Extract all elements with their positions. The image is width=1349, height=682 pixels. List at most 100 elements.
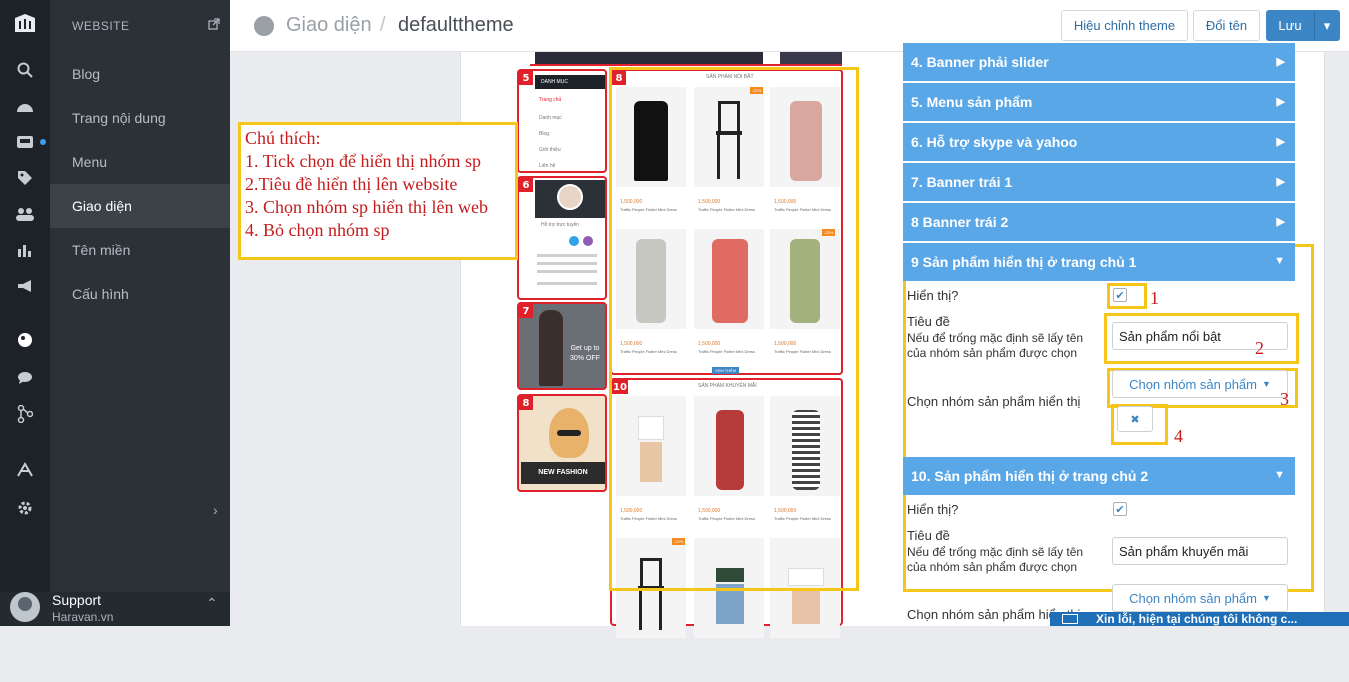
- save-dropdown-button[interactable]: ▾: [1314, 10, 1340, 41]
- show-label-2: Hiển thị?: [907, 502, 959, 517]
- section-title: 6. Hỗ trợ skype và yahoo: [911, 134, 1078, 150]
- theme-icon[interactable]: [0, 328, 50, 352]
- legend-line: 2.Tiêu đề hiển thị lên website: [245, 174, 458, 194]
- section-banner-right-slider[interactable]: 4. Banner phải slider ▶: [903, 43, 1295, 81]
- apps-icon[interactable]: [0, 458, 50, 482]
- viber-icon: [583, 236, 593, 246]
- support-account[interactable]: Support Haravan.vn ⌃: [0, 592, 230, 626]
- preview-sale-banner: 7 Get up to 30% OFF: [517, 302, 607, 390]
- sidebar-item-themes[interactable]: Giao diện: [50, 184, 230, 228]
- section-banner-left-1[interactable]: 7. Banner trái 1 ▶: [903, 163, 1295, 201]
- sidebar-nav: WEBSITE Blog Trang nội dung Menu Giao di…: [50, 0, 230, 626]
- preview-menu-header: DANH MỤC: [535, 75, 605, 89]
- section-home-products-2[interactable]: 10. Sản phẩm hiển thị ở trang chủ 2 ▼: [903, 457, 1295, 495]
- title-hint-2: của nhóm sản phẩm được chọn: [907, 346, 1077, 360]
- legend-line: 4. Bỏ chọn nhóm sp: [245, 220, 390, 240]
- group-select-button-1[interactable]: Chọn nhóm sản phẩm ▼: [1112, 370, 1288, 398]
- group-label: Chọn nhóm sản phẩm hiển thị: [907, 394, 1081, 409]
- dashboard-icon[interactable]: [0, 94, 50, 118]
- sidebar-item-menu[interactable]: Menu: [50, 140, 230, 184]
- title-hint-4: của nhóm sản phẩm được chọn: [907, 560, 1077, 574]
- callout-1: 1: [1150, 288, 1159, 308]
- section-product-menu[interactable]: 5. Menu sản phẩm ▶: [903, 83, 1295, 121]
- support-sub: Haravan.vn: [52, 610, 114, 624]
- external-link-icon[interactable]: [208, 18, 220, 33]
- show-checkbox-2[interactable]: ✔: [1113, 502, 1127, 516]
- preview-menu-item: Blog: [539, 131, 550, 137]
- sidebar-item-domains[interactable]: Tên miền: [50, 228, 230, 272]
- legend-title: Chú thích:: [245, 128, 321, 148]
- preview-tag: 5: [519, 71, 533, 85]
- chevron-right-icon[interactable]: ›: [213, 502, 218, 518]
- breadcrumb-separator: /: [380, 14, 386, 36]
- preview-sale-text: Get up to 30% OFF: [570, 345, 600, 362]
- section-title: 7. Banner trái 1: [911, 174, 1013, 190]
- preview-fashion-banner: 8 NEW FASHION: [517, 394, 607, 492]
- chevron-up-icon[interactable]: ⌃: [206, 595, 218, 612]
- legend-line: 3. Chọn nhóm sp hiển thị lên web: [245, 197, 488, 217]
- caret-down-icon: ▼: [1262, 379, 1271, 389]
- group-select-label: Chọn nhóm sản phẩm: [1129, 376, 1257, 392]
- title-label-2: Tiêu đề: [907, 528, 950, 543]
- section-title: 9 Sản phẩm hiển thị ở trang chủ 1: [911, 254, 1137, 270]
- preview-fashion-glasses: [557, 430, 581, 436]
- edit-theme-button[interactable]: Hiệu chỉnh theme: [1061, 10, 1188, 41]
- callout-4: 4: [1174, 426, 1183, 446]
- logo-icon[interactable]: [12, 12, 38, 36]
- chevron-down-icon: ▼: [1274, 255, 1285, 267]
- users-icon[interactable]: [0, 202, 50, 226]
- sidebar-item-settings[interactable]: Cấu hình: [50, 272, 230, 316]
- show-checkbox-1[interactable]: ✔: [1113, 288, 1127, 302]
- chat-widget[interactable]: Xin lỗi, hiện tại chúng tôi không c...: [1050, 612, 1349, 626]
- share-icon[interactable]: [0, 402, 50, 426]
- preview-menu-item: Danh mục: [539, 115, 562, 121]
- gear-icon[interactable]: [0, 496, 50, 520]
- chevron-down-icon: ▼: [1274, 469, 1285, 481]
- breadcrumb-themes[interactable]: Giao diện: [286, 14, 372, 37]
- section-title: 8 Banner trái 2: [911, 214, 1009, 230]
- preview-menu-item: Liên hệ: [539, 163, 556, 169]
- title-hint-3: Nếu để trống mặc định sẽ lấy tên: [907, 545, 1084, 559]
- section-title: 5. Menu sản phẩm: [911, 94, 1033, 110]
- section-banner-left-2[interactable]: 8 Banner trái 2 ▶: [903, 203, 1295, 241]
- sidebar-section-title: WEBSITE: [72, 19, 130, 33]
- preview-top-strip: [535, 52, 763, 64]
- title-hint: Nếu để trống mặc định sẽ lấy tên: [907, 331, 1084, 345]
- section-title: 10. Sản phẩm hiển thị ở trang chủ 2: [911, 468, 1149, 484]
- chevron-right-icon: ▶: [1276, 96, 1285, 108]
- chat-icon[interactable]: [0, 366, 50, 390]
- skype-icon: [569, 236, 579, 246]
- chevron-right-icon: ▶: [1276, 136, 1285, 148]
- sidebar-item-pages[interactable]: Trang nội dung: [50, 96, 230, 140]
- preview-menu-item: Giới thiệu: [539, 147, 561, 153]
- sidebar-item-blog[interactable]: Blog: [50, 52, 230, 96]
- group-select-label: Chọn nhóm sản phẩm: [1129, 590, 1257, 606]
- search-icon[interactable]: [0, 58, 50, 82]
- group-select-button-2[interactable]: Chọn nhóm sản phẩm ▼: [1112, 584, 1288, 612]
- section-home-products-1[interactable]: 9 Sản phẩm hiển thị ở trang chủ 1 ▼: [903, 243, 1295, 281]
- callout-3: 3: [1280, 389, 1289, 409]
- preview-tag: 8: [519, 396, 533, 410]
- tag-icon[interactable]: [0, 166, 50, 190]
- preview-tag: 7: [519, 304, 533, 318]
- legend-line: 1. Tick chọn để hiển thị nhóm sp: [245, 151, 482, 171]
- preview-sale-person: [539, 310, 563, 386]
- chat-text: Xin lỗi, hiện tại chúng tôi không c...: [1096, 612, 1298, 626]
- rename-button[interactable]: Đổi tên: [1193, 10, 1260, 41]
- chart-icon[interactable]: [0, 238, 50, 262]
- remove-group-button[interactable]: ✖: [1117, 406, 1153, 432]
- preview-support-block: 6 Hỗ trợ trực tuyến: [517, 176, 607, 300]
- preview-support-title: Hỗ trợ trực tuyến: [541, 222, 580, 228]
- save-button[interactable]: Lưu: [1266, 10, 1314, 41]
- callout-2: 2: [1255, 338, 1264, 358]
- avatar: [10, 592, 40, 622]
- mail-icon: [1062, 614, 1078, 624]
- section-skype-yahoo[interactable]: 6. Hỗ trợ skype và yahoo ▶: [903, 123, 1295, 161]
- megaphone-icon[interactable]: [0, 274, 50, 298]
- globe-icon: [254, 16, 274, 36]
- annotation-legend: Chú thích: 1. Tick chọn để hiển thị nhóm…: [238, 122, 518, 260]
- title-input-2[interactable]: Sản phẩm khuyến mãi: [1112, 537, 1288, 565]
- preview-support-lines: [537, 254, 597, 257]
- preview-menu-block: 5 DANH MỤC Trang chủ Danh mục Blog Giới …: [517, 69, 607, 173]
- preview-menu-item: Trang chủ: [539, 97, 562, 103]
